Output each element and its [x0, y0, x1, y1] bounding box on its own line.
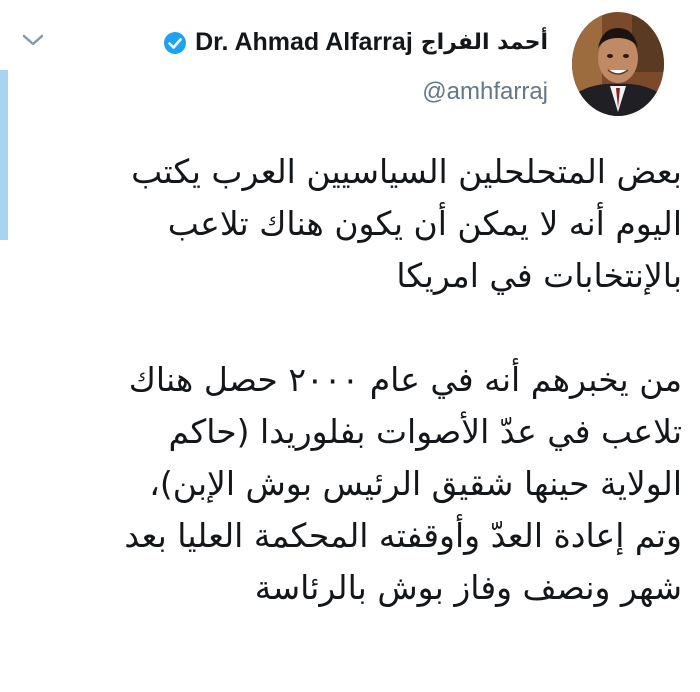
avatar[interactable]	[572, 12, 664, 116]
thread-line	[0, 70, 8, 240]
verified-badge-icon	[164, 31, 187, 54]
user-handle[interactable]: @amhfarraj	[422, 78, 548, 106]
tweet-paragraph-1: بعض المتحلحلين السياسيين العرب يكتب اليو…	[131, 152, 682, 295]
arabic-display-name[interactable]: أحمد الفراج	[421, 30, 548, 55]
tweet-text: بعض المتحلحلين السياسيين العرب يكتب اليو…	[30, 146, 682, 666]
tweet-card: أحمد الفراج Dr. Ahmad Alfarraj @amhfarra…	[0, 0, 700, 692]
tweet-paragraph-2: من يخبرهم أنه في عام ٢٠٠٠ حصل هناك تلاعب…	[124, 360, 682, 607]
chevron-down-icon[interactable]	[20, 30, 46, 50]
display-name[interactable]: Dr. Ahmad Alfarraj	[195, 28, 413, 57]
user-header[interactable]: أحمد الفراج Dr. Ahmad Alfarraj	[163, 28, 548, 57]
avatar-photo	[572, 12, 664, 116]
